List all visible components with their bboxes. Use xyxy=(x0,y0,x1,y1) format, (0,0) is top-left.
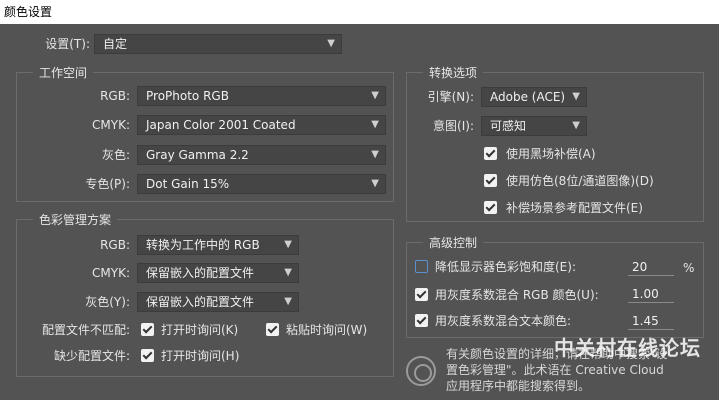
chevron-down-icon: ▼ xyxy=(371,149,379,160)
missing-open-checkbox[interactable] xyxy=(141,349,154,362)
ws-spot-label: 专色(P): xyxy=(85,177,130,191)
ws-rgb-label: RGB: xyxy=(100,89,130,103)
info-line-2: 置色彩管理"。此术语在 Creative Cloud xyxy=(446,363,664,377)
color-management-title: 色彩管理方案 xyxy=(33,212,118,228)
ws-spot-value: Dot Gain 15% xyxy=(146,177,230,191)
blend-text-label[interactable]: 用灰度系数混合文本颜色: xyxy=(435,313,571,329)
blend-rgb-input[interactable]: 1.00 xyxy=(628,285,674,303)
engine-select[interactable]: Adobe (ACE) ▼ xyxy=(481,87,587,107)
ws-rgb-select[interactable]: ProPhoto RGB ▼ xyxy=(137,86,386,106)
cm-cmyk-select[interactable]: 保留嵌入的配置文件 ▼ xyxy=(137,263,299,283)
mismatch-paste-checkbox[interactable] xyxy=(266,323,279,336)
window-title: 颜色设置 xyxy=(0,0,719,24)
engine-value: Adobe (ACE) xyxy=(490,90,566,104)
dither-label[interactable]: 使用仿色(8位/通道图像)(D) xyxy=(506,173,654,189)
chevron-down-icon: ▼ xyxy=(371,90,379,101)
dither-checkbox[interactable] xyxy=(484,174,497,187)
settings-label: 设置(T): xyxy=(45,37,90,51)
info-icon xyxy=(406,356,436,386)
cm-rgb-select[interactable]: 转换为工作中的 RGB ▼ xyxy=(137,235,299,255)
chevron-down-icon: ▼ xyxy=(327,38,335,49)
engine-label: 引擎(N): xyxy=(427,90,474,104)
chevron-down-icon: ▼ xyxy=(572,120,580,131)
missing-label: 缺少配置文件: xyxy=(53,349,130,363)
blend-rgb-label[interactable]: 用灰度系数混合 RGB 颜色(U): xyxy=(435,287,599,303)
cm-rgb-value: 转换为工作中的 RGB xyxy=(146,238,260,252)
blend-text-checkbox[interactable] xyxy=(415,314,428,327)
intent-value: 可感知 xyxy=(490,119,527,133)
chevron-down-icon: ▼ xyxy=(284,239,292,250)
ws-gray-label: 灰色: xyxy=(101,148,130,162)
ws-gray-value: Gray Gamma 2.2 xyxy=(146,148,249,162)
watermark: 中关村在线论坛 xyxy=(554,336,701,360)
desaturate-input[interactable]: 20 xyxy=(628,258,674,276)
cm-gray-label: 灰色(Y): xyxy=(85,295,130,309)
desaturate-label[interactable]: 降低显示器色彩饱和度(E): xyxy=(435,259,576,275)
black-point-checkbox[interactable] xyxy=(484,147,497,160)
mismatch-paste-label[interactable]: 粘贴时询问(W) xyxy=(286,322,367,338)
desaturate-unit: % xyxy=(683,261,695,275)
cm-rgb-label: RGB: xyxy=(100,238,130,252)
ws-cmyk-label: CMYK: xyxy=(92,118,130,132)
chevron-down-icon: ▼ xyxy=(284,267,292,278)
settings-value: 自定 xyxy=(103,37,128,51)
settings-select[interactable]: 自定 ▼ xyxy=(94,34,342,54)
ws-gray-select[interactable]: Gray Gamma 2.2 ▼ xyxy=(137,145,386,165)
working-space-title: 工作空间 xyxy=(33,65,94,81)
advanced-title: 高级控制 xyxy=(423,235,484,251)
intent-label: 意图(I): xyxy=(433,119,474,133)
conversion-title: 转换选项 xyxy=(423,65,484,81)
blend-rgb-checkbox[interactable] xyxy=(415,288,428,301)
missing-open-label[interactable]: 打开时询问(H) xyxy=(161,348,239,364)
mismatch-open-label[interactable]: 打开时询问(K) xyxy=(161,322,238,338)
compensate-label[interactable]: 补偿场景参考配置文件(E) xyxy=(506,200,643,216)
chevron-down-icon: ▼ xyxy=(572,91,580,102)
ws-spot-select[interactable]: Dot Gain 15% ▼ xyxy=(137,174,386,194)
black-point-label[interactable]: 使用黑场补偿(A) xyxy=(506,146,596,162)
chevron-down-icon: ▼ xyxy=(284,296,292,307)
ws-rgb-value: ProPhoto RGB xyxy=(146,89,229,103)
mismatch-open-checkbox[interactable] xyxy=(141,323,154,336)
ws-cmyk-select[interactable]: Japan Color 2001 Coated ▼ xyxy=(137,115,386,135)
intent-select[interactable]: 可感知 ▼ xyxy=(481,116,587,136)
mismatch-label: 配置文件不匹配: xyxy=(41,323,130,337)
info-line-3: 应用程序中都能搜索得到。 xyxy=(446,379,591,393)
cm-gray-value: 保留嵌入的配置文件 xyxy=(146,295,255,309)
ws-cmyk-value: Japan Color 2001 Coated xyxy=(146,118,296,132)
desaturate-checkbox[interactable] xyxy=(415,260,428,273)
compensate-checkbox[interactable] xyxy=(484,201,497,214)
cm-cmyk-value: 保留嵌入的配置文件 xyxy=(146,266,255,280)
blend-text-input[interactable]: 1.45 xyxy=(628,312,674,330)
cm-gray-select[interactable]: 保留嵌入的配置文件 ▼ xyxy=(137,292,299,312)
chevron-down-icon: ▼ xyxy=(371,119,379,130)
chevron-down-icon: ▼ xyxy=(371,178,379,189)
cm-cmyk-label: CMYK: xyxy=(92,266,130,280)
